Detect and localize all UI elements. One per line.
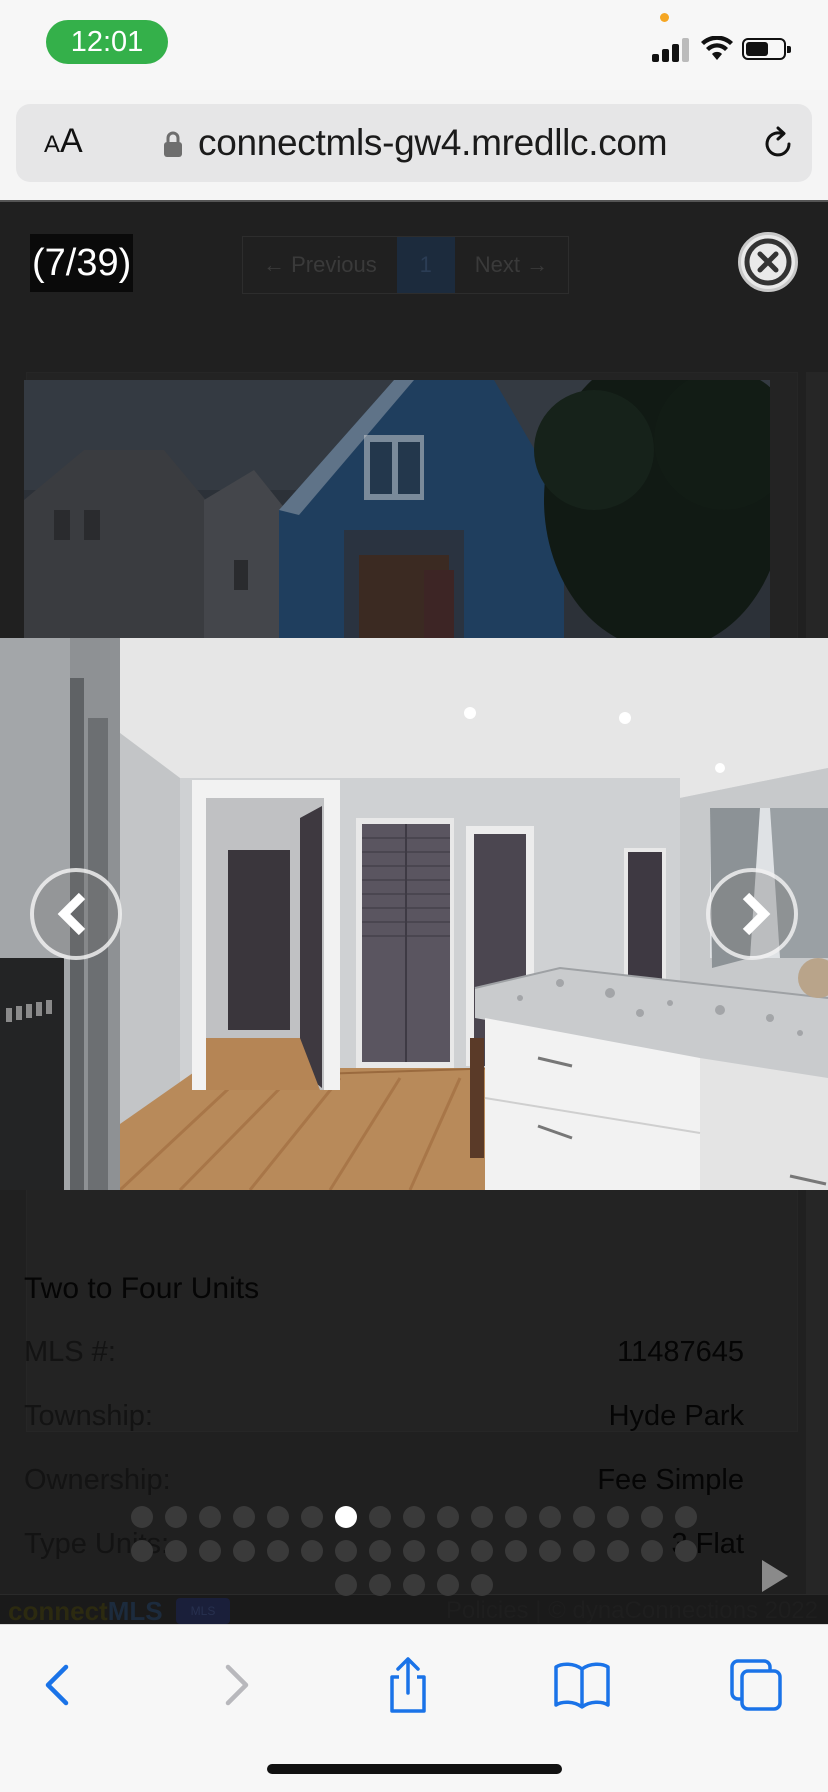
carousel-dot[interactable] <box>267 1506 289 1528</box>
carousel-dot[interactable] <box>233 1540 255 1562</box>
share-button[interactable] <box>378 1655 438 1715</box>
privacy-indicator-icon <box>660 13 669 22</box>
carousel-dot[interactable] <box>437 1540 459 1562</box>
status-bar: 12:01 <box>0 0 828 90</box>
detail-label: MLS #: <box>24 1336 116 1368</box>
carousel-dot[interactable] <box>233 1506 255 1528</box>
house-photo <box>24 380 770 640</box>
carousel-dots <box>0 1574 828 1596</box>
carousel-dot[interactable] <box>607 1540 629 1562</box>
carousel-dot[interactable] <box>131 1540 153 1562</box>
address-bar[interactable]: AA connectmls-gw4.mredllc.com <box>16 104 812 182</box>
current-page-button[interactable]: 1 <box>396 237 455 293</box>
carousel-dot[interactable] <box>573 1506 595 1528</box>
carousel-dot[interactable] <box>369 1506 391 1528</box>
carousel-dot[interactable] <box>437 1574 459 1596</box>
home-indicator <box>267 1764 562 1774</box>
carousel-dots <box>0 1540 828 1562</box>
carousel-dot[interactable] <box>641 1540 663 1562</box>
carousel-dot[interactable] <box>675 1540 697 1562</box>
carousel-dot[interactable] <box>199 1506 221 1528</box>
close-button[interactable] <box>738 232 798 292</box>
property-type: Two to Four Units <box>24 1272 260 1305</box>
bookmarks-button[interactable] <box>552 1655 612 1715</box>
tabs-button[interactable] <box>726 1655 786 1715</box>
chevron-right-icon <box>225 1664 249 1706</box>
carousel-dot[interactable] <box>437 1506 459 1528</box>
previous-page-button[interactable]: ← Previous <box>243 237 397 293</box>
carousel-dot[interactable] <box>539 1540 561 1562</box>
carousel-dot[interactable] <box>607 1506 629 1528</box>
carousel-dot[interactable] <box>539 1506 561 1528</box>
battery-icon <box>742 38 791 60</box>
chevron-left-icon <box>57 892 86 936</box>
detail-label: Ownership: <box>24 1464 171 1496</box>
lock-icon <box>164 131 182 157</box>
carousel-dots <box>0 1506 828 1528</box>
back-button[interactable] <box>28 1655 88 1715</box>
carousel-dot-active[interactable] <box>335 1506 357 1528</box>
detail-value: 11487645 <box>617 1336 744 1368</box>
carousel-dot[interactable] <box>675 1506 697 1528</box>
share-icon <box>390 1657 426 1713</box>
pagination: ← Previous 1 Next → <box>242 236 570 294</box>
cellular-signal-icon <box>652 38 692 62</box>
carousel-dot[interactable] <box>301 1506 323 1528</box>
carousel-dot[interactable] <box>471 1506 493 1528</box>
carousel-dot[interactable] <box>403 1574 425 1596</box>
carousel-dot[interactable] <box>505 1540 527 1562</box>
chevron-left-icon <box>45 1664 69 1706</box>
next-photo-button[interactable] <box>706 868 798 960</box>
previous-photo-button[interactable] <box>30 868 122 960</box>
carousel-dot[interactable] <box>335 1574 357 1596</box>
mls-badge: MLS <box>176 1598 230 1624</box>
tabs-icon <box>730 1659 782 1711</box>
gallery-photo[interactable] <box>0 638 828 1190</box>
carousel-dot[interactable] <box>199 1540 221 1562</box>
carousel-dot[interactable] <box>165 1540 187 1562</box>
carousel-dot[interactable] <box>403 1506 425 1528</box>
detail-label: Township: <box>24 1400 153 1432</box>
chevron-right-icon <box>742 892 771 936</box>
carousel-dot[interactable] <box>165 1506 187 1528</box>
status-time: 12:01 <box>46 20 168 64</box>
forward-button[interactable] <box>206 1655 266 1715</box>
carousel-dot[interactable] <box>403 1540 425 1562</box>
screen: 12:01 AA connectmls-gw4.mredllc.com (7/3… <box>0 0 828 1792</box>
photo-counter: (7/39) <box>30 234 134 292</box>
carousel-dot[interactable] <box>471 1574 493 1596</box>
carousel-dot[interactable] <box>471 1540 493 1562</box>
carousel-dot[interactable] <box>267 1540 289 1562</box>
carousel-dot[interactable] <box>641 1506 663 1528</box>
carousel-dot[interactable] <box>335 1540 357 1562</box>
book-icon <box>554 1662 610 1709</box>
detail-value: Hyde Park <box>608 1400 744 1432</box>
next-page-button[interactable]: Next → <box>455 237 568 293</box>
connectmls-logo: connectMLS <box>8 1596 163 1624</box>
carousel-dot[interactable] <box>573 1540 595 1562</box>
policies-link[interactable]: Policies | © dynaConnections 2022 <box>446 1597 818 1624</box>
carousel-dot[interactable] <box>131 1506 153 1528</box>
url-text[interactable]: connectmls-gw4.mredllc.com <box>198 122 668 164</box>
reload-icon[interactable] <box>761 126 797 162</box>
carousel-dot[interactable] <box>505 1506 527 1528</box>
carousel-dot[interactable] <box>301 1540 323 1562</box>
detail-value: Fee Simple <box>597 1464 744 1496</box>
carousel-dot[interactable] <box>369 1574 391 1596</box>
wifi-icon <box>701 36 733 60</box>
close-icon <box>744 238 792 286</box>
carousel-dot[interactable] <box>369 1540 391 1562</box>
text-size-button[interactable]: AA <box>44 122 83 161</box>
